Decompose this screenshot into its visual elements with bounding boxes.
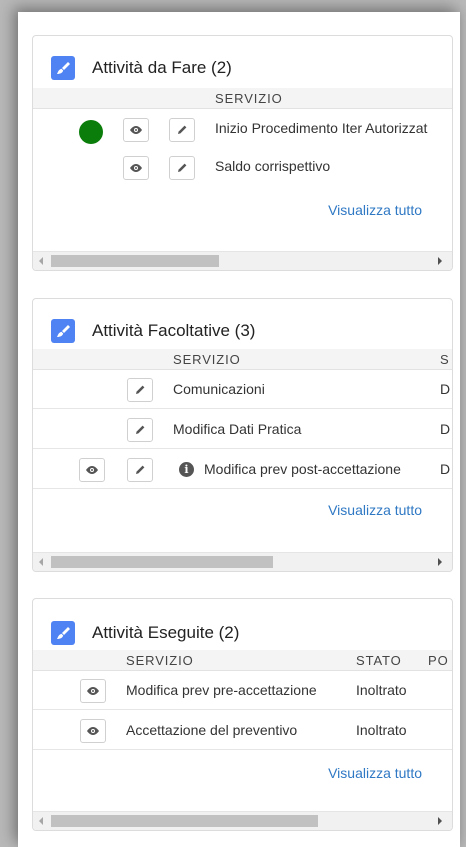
servizio-cell: Comunicazioni	[173, 381, 265, 397]
scroll-left-arrow-icon[interactable]	[39, 558, 43, 566]
table-header: SERVIZIO	[33, 88, 452, 109]
table-row: Accettazione del preventivo Inoltrato	[33, 711, 452, 750]
horizontal-scrollbar[interactable]	[33, 552, 452, 571]
table-header: SERVIZIO S	[33, 349, 452, 370]
scroll-right-arrow-icon[interactable]	[438, 558, 442, 566]
table-row: Comunicazioni D	[33, 370, 452, 409]
column-header-s: S	[440, 352, 450, 367]
view-button[interactable]	[123, 156, 149, 180]
scroll-left-arrow-icon[interactable]	[39, 817, 43, 825]
panel-title: Attività da Fare (2)	[92, 58, 232, 77]
table-row: Modifica prev pre-accettazione Inoltrato	[33, 671, 452, 710]
stato-cell: Inoltrato	[356, 722, 407, 738]
extra-cell: D	[440, 421, 451, 437]
paint-brush-icon	[51, 621, 75, 645]
horizontal-scrollbar[interactable]	[33, 811, 452, 830]
extra-cell: D	[440, 381, 451, 397]
servizio-cell: Saldo corrispettivo	[215, 158, 331, 174]
table-row: Modifica Dati Pratica D	[33, 410, 452, 449]
edit-button[interactable]	[127, 378, 153, 402]
eye-icon	[130, 126, 142, 134]
scrollbar-thumb[interactable]	[51, 815, 318, 827]
extra-cell: D	[440, 461, 451, 477]
view-button[interactable]	[79, 458, 105, 482]
scroll-right-arrow-icon[interactable]	[438, 817, 442, 825]
column-header-po: PO	[428, 653, 449, 668]
paint-brush-icon	[51, 56, 75, 80]
eye-icon	[86, 466, 98, 474]
panel-title: Attività Facoltative (3)	[92, 321, 256, 340]
column-header-servizio: SERVIZIO	[173, 352, 241, 367]
pencil-icon	[136, 465, 145, 474]
visualizza-tutto-link[interactable]: Visualizza tutto	[328, 202, 422, 218]
servizio-cell: Modifica Dati Pratica	[173, 421, 302, 437]
edit-button[interactable]	[169, 156, 195, 180]
servizio-cell: Modifica prev post-accettazione	[204, 461, 401, 477]
panel-attivita-eseguite: Attività Eseguite (2) SERVIZIO STATO PO …	[32, 598, 453, 831]
visualizza-tutto-link[interactable]: Visualizza tutto	[328, 502, 422, 518]
green-status-dot	[79, 120, 103, 144]
scrollbar-thumb[interactable]	[51, 556, 273, 568]
view-button[interactable]	[80, 719, 106, 743]
stato-cell: Inoltrato	[356, 682, 407, 698]
pencil-icon	[136, 385, 145, 394]
servizio-cell: Accettazione del preventivo	[126, 722, 298, 738]
panel-header: Attività Facoltative (3)	[51, 317, 255, 345]
eye-icon	[87, 687, 99, 695]
scrollbar-thumb[interactable]	[51, 255, 219, 267]
edit-button[interactable]	[127, 458, 153, 482]
panel-attivita-da-fare: Attività da Fare (2) SERVIZIO Inizio Pro…	[32, 35, 453, 271]
edit-button[interactable]	[127, 418, 153, 442]
table-row: Saldo corrispettivo	[33, 149, 452, 187]
panel-title: Attività Eseguite (2)	[92, 623, 240, 642]
column-header-stato: STATO	[356, 653, 402, 668]
eye-icon	[87, 727, 99, 735]
column-header-servizio: SERVIZIO	[126, 653, 194, 668]
panel-header: Attività da Fare (2)	[51, 54, 232, 82]
panel-header: Attività Eseguite (2)	[51, 619, 239, 647]
pencil-icon	[136, 425, 145, 434]
view-button[interactable]	[123, 118, 149, 142]
visualizza-tutto-link[interactable]: Visualizza tutto	[328, 765, 422, 781]
panel-attivita-facoltative: Attività Facoltative (3) SERVIZIO S Comu…	[32, 298, 453, 572]
pencil-icon	[178, 163, 187, 172]
scroll-right-arrow-icon[interactable]	[438, 257, 442, 265]
servizio-cell: Modifica prev pre-accettazione	[126, 682, 317, 698]
eye-icon	[130, 164, 142, 172]
pencil-icon	[178, 125, 187, 134]
table-row: i Modifica prev post-accettazione D	[33, 450, 452, 489]
paint-brush-icon	[51, 319, 75, 343]
servizio-cell: Inizio Procedimento Iter Autorizzat	[215, 120, 428, 136]
horizontal-scrollbar[interactable]	[33, 251, 452, 270]
view-button[interactable]	[80, 679, 106, 703]
scroll-left-arrow-icon[interactable]	[39, 257, 43, 265]
table-header: SERVIZIO STATO PO	[33, 650, 452, 671]
info-icon[interactable]: i	[179, 461, 194, 477]
column-header-servizio: SERVIZIO	[215, 91, 283, 106]
table-row: Inizio Procedimento Iter Autorizzat	[33, 109, 452, 147]
edit-button[interactable]	[169, 118, 195, 142]
